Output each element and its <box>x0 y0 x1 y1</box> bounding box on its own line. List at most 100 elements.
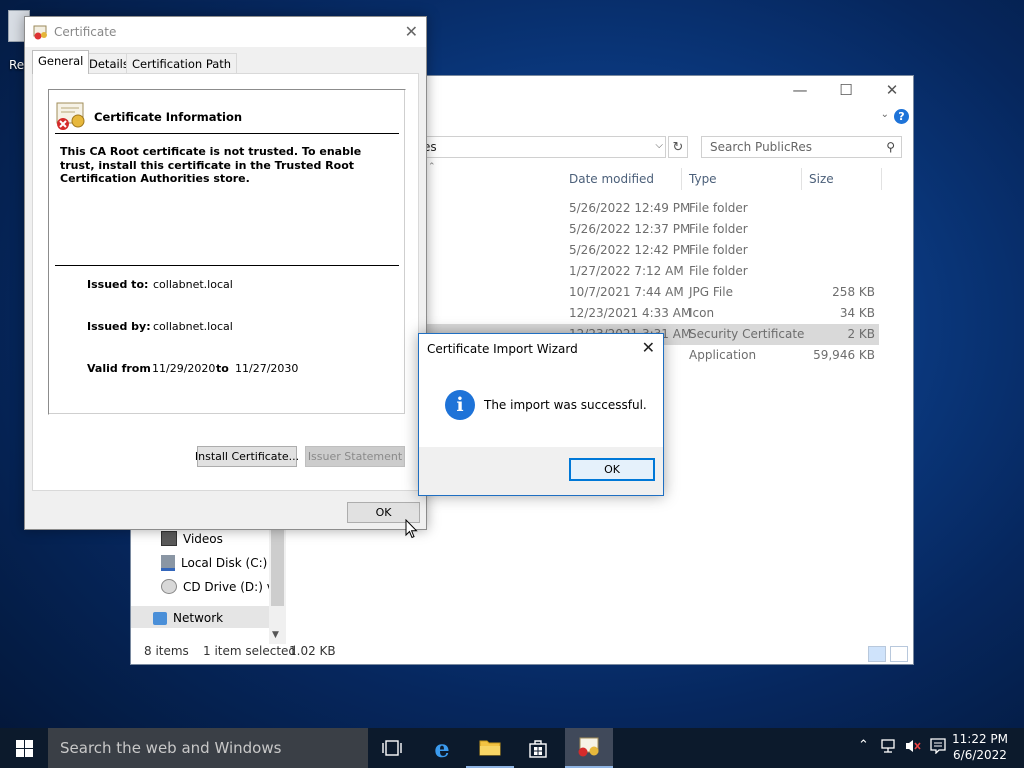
issuer-statement-button[interactable]: Issuer Statement <box>305 446 405 467</box>
certificate-title: Certificate <box>54 25 117 39</box>
file-date: 10/7/2021 7:44 AM <box>569 285 684 299</box>
info-icon: i <box>445 390 475 420</box>
close-icon[interactable]: ✕ <box>642 338 655 357</box>
divider <box>55 133 399 134</box>
file-row[interactable]: 5/26/2022 12:42 PM File folder <box>561 240 879 261</box>
chevron-down-icon[interactable]: ⌵ <box>655 140 663 151</box>
taskbar-edge-button[interactable]: e <box>418 728 466 768</box>
file-date: 12/23/2021 4:33 AM <box>569 306 692 320</box>
status-bar: 8 items 1 item selected 1.02 KB <box>131 640 913 664</box>
search-placeholder: Search PublicRes <box>710 140 812 154</box>
column-separator[interactable] <box>681 168 682 190</box>
trust-warning-text: This CA Root certificate is not trusted.… <box>60 145 362 185</box>
ribbon-expand-icon[interactable]: ⌄ <box>881 109 889 120</box>
task-view-button[interactable] <box>368 728 416 768</box>
large-icons-view-button[interactable] <box>890 646 908 662</box>
file-type: File folder <box>689 243 748 257</box>
tab-general[interactable]: General <box>32 50 90 74</box>
volume-muted-icon[interactable] <box>904 738 922 758</box>
column-header-date[interactable]: Date modified <box>569 172 654 186</box>
wizard-ok-button[interactable]: OK <box>569 458 655 481</box>
start-button[interactable] <box>0 728 48 768</box>
install-certificate-button[interactable]: Install Certificate... <box>195 446 299 467</box>
taskbar-store-button[interactable] <box>514 728 562 768</box>
valid-to-value: 11/27/2030 <box>235 362 299 375</box>
column-header-size[interactable]: Size <box>809 172 834 186</box>
file-type: Icon <box>689 306 715 320</box>
speaker-icon <box>906 740 921 752</box>
valid-from-value: 11/29/2020 <box>152 362 216 375</box>
folder-icon <box>479 740 501 756</box>
file-type: Application <box>689 348 757 362</box>
scrollbar-thumb[interactable] <box>271 526 284 606</box>
taskbar-file-explorer-button[interactable] <box>466 728 514 768</box>
file-date: 5/26/2022 12:49 PM <box>569 201 691 215</box>
file-row[interactable]: 5/26/2022 12:37 PM File folder <box>561 219 879 240</box>
notification-icon <box>930 738 946 755</box>
cd-drive-icon <box>161 579 177 594</box>
help-button[interactable]: ? <box>894 109 909 124</box>
status-item-count: 8 items <box>144 644 189 658</box>
file-row[interactable]: 1/27/2022 7:12 AM File folder <box>561 261 879 282</box>
tab-certification-path[interactable]: Certification Path <box>126 53 238 73</box>
nav-item-network[interactable]: Network <box>153 611 223 625</box>
file-row[interactable]: 5/26/2022 12:49 PM File folder <box>561 198 879 219</box>
issued-to-label: Issued to: <box>87 278 149 291</box>
network-status-icon[interactable] <box>880 738 896 758</box>
maximize-button[interactable]: ☐ <box>823 76 869 104</box>
nav-item-videos[interactable]: Videos <box>161 531 223 546</box>
network-tray-icon <box>881 739 895 753</box>
taskbar-certificate-button[interactable] <box>565 728 613 768</box>
certificate-icon <box>578 737 599 757</box>
sort-ascending-icon: ⌃ <box>428 162 436 172</box>
nav-item-local-disk[interactable]: Local Disk (C:) <box>161 555 267 571</box>
desktop-icon-label: Re <box>9 58 25 72</box>
file-size: 2 KB <box>847 327 875 341</box>
file-row[interactable]: 10/7/2021 7:44 AM JPG File 258 KB <box>561 282 879 303</box>
address-bar[interactable]: es ⌵ <box>416 136 666 158</box>
wizard-title: Certificate Import Wizard <box>427 342 578 356</box>
windows-logo-icon <box>15 739 33 757</box>
close-button[interactable]: ✕ <box>869 76 915 104</box>
certificate-icon <box>33 25 47 40</box>
nav-pane-scrollbar[interactable]: ▼ <box>269 526 286 644</box>
scroll-down-icon[interactable]: ▼ <box>272 630 279 640</box>
store-icon <box>529 740 547 758</box>
taskbar-clock[interactable]: 11:22 PM 6/6/2022 <box>952 731 1008 763</box>
refresh-button[interactable]: ↻ <box>668 136 688 158</box>
column-separator[interactable] <box>801 168 802 190</box>
column-header-type[interactable]: Type <box>689 172 717 186</box>
certificate-info-box: Certificate Information This CA Root cer… <box>48 89 406 415</box>
details-view-button[interactable] <box>868 646 886 662</box>
file-type: File folder <box>689 201 748 215</box>
certificate-dialog: Certificate ✕ General Details Certificat… <box>24 16 427 530</box>
certificate-titlebar[interactable]: Certificate ✕ <box>25 17 426 47</box>
nav-item-cd-drive[interactable]: CD Drive (D:) virt <box>161 579 283 594</box>
file-type: Security Certificate <box>689 327 805 341</box>
general-tab-panel: Certificate Information This CA Root cer… <box>32 73 419 491</box>
file-date: 1/27/2022 7:12 AM <box>569 264 684 278</box>
taskbar-search-input[interactable]: Search the web and Windows <box>48 728 368 768</box>
valid-to-label: to <box>216 362 229 375</box>
close-icon[interactable]: ✕ <box>405 22 418 41</box>
file-type: File folder <box>689 264 748 278</box>
file-type: JPG File <box>689 285 733 299</box>
file-row[interactable]: 12/23/2021 4:33 AM Icon 34 KB <box>561 303 879 324</box>
search-icon: ⚲ <box>886 140 895 154</box>
show-hidden-icons-button[interactable]: ⌃ <box>858 738 869 753</box>
taskbar: Search the web and Windows e ⌃ 11:22 PM … <box>0 728 1024 768</box>
video-folder-icon <box>161 531 177 546</box>
status-size: 1.02 KB <box>289 644 336 658</box>
valid-from-label: Valid from <box>87 362 151 375</box>
search-input[interactable]: Search PublicRes ⚲ <box>701 136 902 158</box>
nav-item-label: CD Drive (D:) virt <box>183 579 283 594</box>
edge-icon: e <box>434 733 450 763</box>
clock-date: 6/6/2022 <box>953 748 1007 762</box>
minimize-button[interactable]: — <box>777 76 823 104</box>
action-center-icon[interactable] <box>930 738 946 758</box>
file-size: 34 KB <box>839 306 875 320</box>
import-wizard-dialog: Certificate Import Wizard ✕ i The import… <box>418 333 664 496</box>
file-size: 258 KB <box>832 285 875 299</box>
column-separator[interactable] <box>881 168 882 190</box>
issued-by-value: collabnet.local <box>153 320 233 333</box>
